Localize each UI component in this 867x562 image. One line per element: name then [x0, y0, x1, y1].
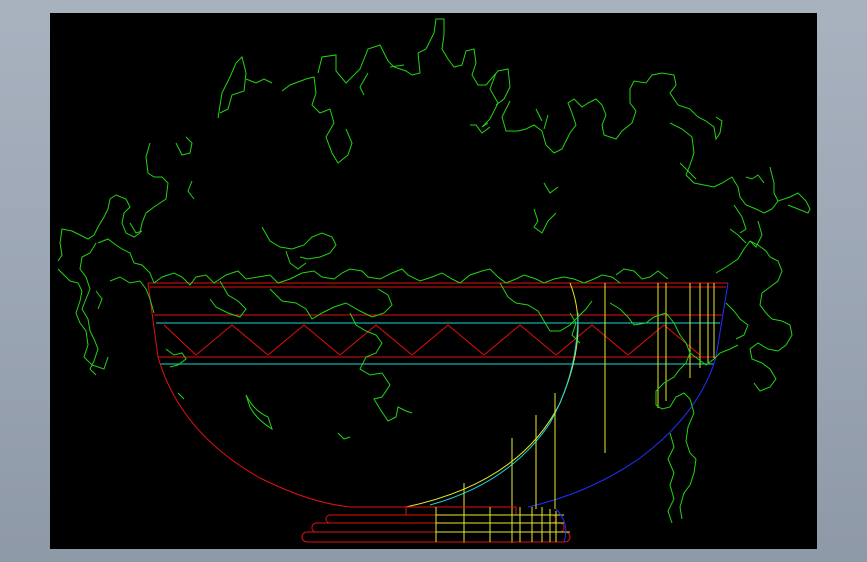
section-curve-cyan — [429, 312, 579, 506]
bowl-outline — [147, 282, 729, 508]
section-curve-yellow — [405, 282, 579, 508]
leaf-shape — [245, 394, 273, 431]
pedestal-base — [301, 506, 571, 543]
construction-lines — [463, 283, 715, 543]
planter-drawing — [57, 18, 811, 543]
foliage — [57, 18, 811, 524]
cad-viewport[interactable] — [50, 13, 817, 549]
bowl-right-curve — [527, 356, 717, 508]
bowl-left-curve — [157, 356, 406, 508]
zigzag-band — [163, 324, 701, 356]
